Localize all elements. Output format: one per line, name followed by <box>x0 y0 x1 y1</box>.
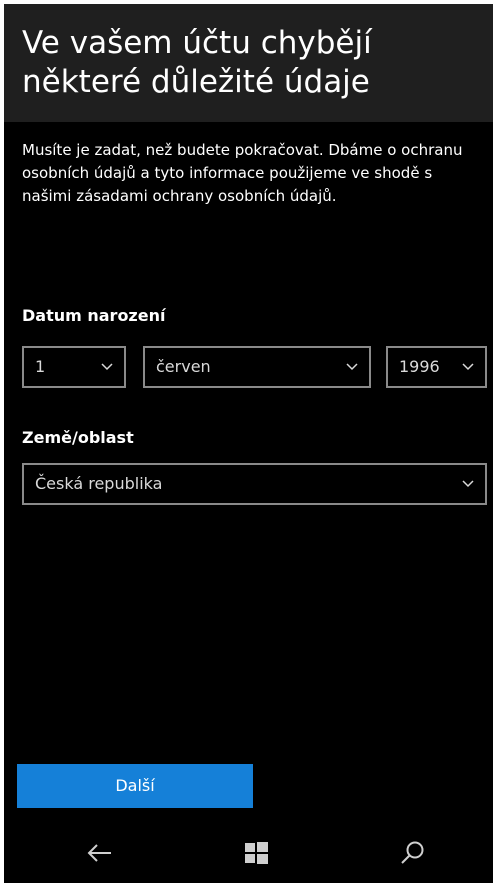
country-label: Země/oblast <box>22 428 134 447</box>
intro-text: Musíte je zadat, než budete pokračovat. … <box>22 141 463 205</box>
birth-month-value: červen <box>156 357 211 376</box>
birth-year-value: 1996 <box>399 357 440 376</box>
chevron-down-icon <box>101 363 113 371</box>
page-header: Ve vašem účtu chybějí některé důležité ú… <box>4 4 493 122</box>
chevron-down-icon <box>346 363 358 371</box>
country-value: Česká republika <box>35 474 163 493</box>
birth-month-select[interactable]: červen <box>143 346 371 388</box>
chevron-down-icon <box>462 480 474 488</box>
next-button[interactable]: Další <box>17 764 253 808</box>
birth-day-select[interactable]: 1 <box>22 346 126 388</box>
chevron-down-icon <box>462 363 474 371</box>
phone-screen: Ve vašem účtu chybějí některé důležité ú… <box>4 4 493 883</box>
back-arrow-icon[interactable] <box>84 837 116 869</box>
search-icon[interactable] <box>396 837 428 869</box>
navigation-bar <box>4 823 493 883</box>
birth-year-select[interactable]: 1996 <box>386 346 487 388</box>
country-select[interactable]: Česká republika <box>22 463 487 505</box>
windows-logo-icon[interactable] <box>240 837 272 869</box>
page-title: Ve vašem účtu chybějí některé důležité ú… <box>22 25 372 100</box>
birth-day-value: 1 <box>35 357 46 376</box>
birth-date-label: Datum narození <box>22 306 166 325</box>
